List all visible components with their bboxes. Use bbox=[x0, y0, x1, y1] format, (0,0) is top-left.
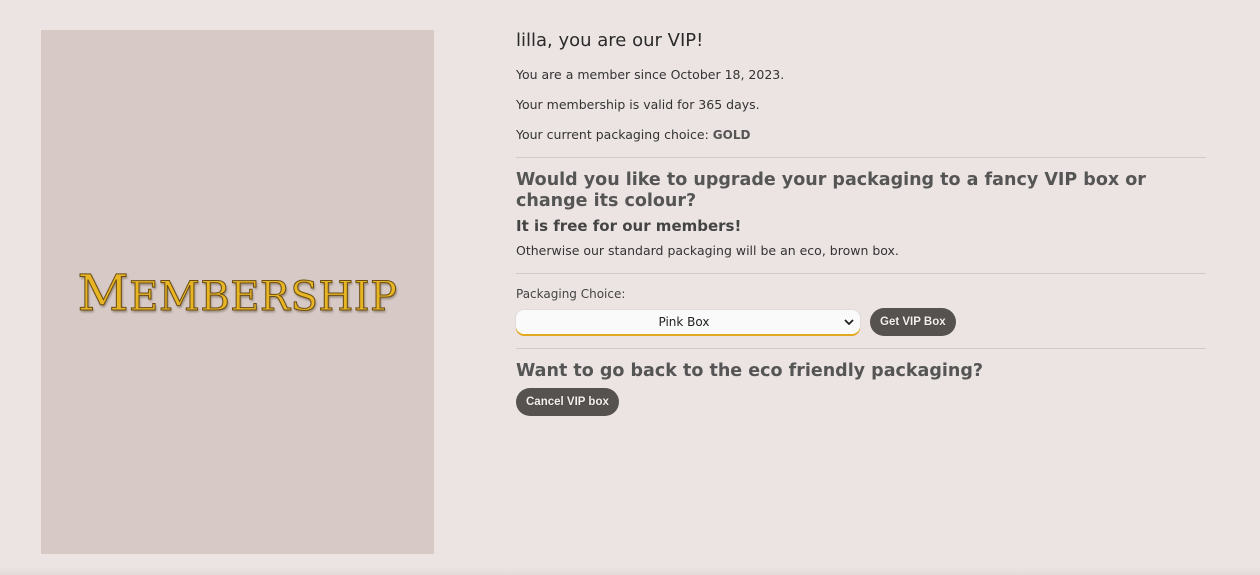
membership-validity-text: Your membership is valid for 365 days. bbox=[516, 97, 760, 112]
packaging-form: Pink Box Get VIP Box bbox=[516, 308, 1206, 336]
eco-packaging-heading: Want to go back to the eco friendly pack… bbox=[516, 361, 984, 381]
membership-banner: MEMBERSHIP bbox=[41, 30, 434, 554]
chevron-down-icon bbox=[842, 316, 856, 329]
divider bbox=[516, 273, 1206, 274]
current-packaging-value: GOLD bbox=[712, 128, 751, 142]
upgrade-heading: Would you like to upgrade your packaging… bbox=[516, 170, 1146, 211]
membership-content: lilla, you are our VIP! You are a member… bbox=[516, 30, 1206, 416]
membership-banner-title: MEMBERSHIP bbox=[77, 264, 398, 323]
cancel-vip-box-button[interactable]: Cancel VIP box bbox=[516, 388, 619, 416]
packaging-choice-select[interactable]: Pink Box bbox=[516, 310, 860, 334]
get-vip-box-button[interactable]: Get VIP Box bbox=[870, 308, 956, 336]
divider bbox=[516, 348, 1206, 349]
packaging-choice-selected-value: Pink Box bbox=[658, 315, 710, 329]
free-for-members-text: It is free for our members! bbox=[516, 217, 742, 235]
packaging-choice-label: Packaging Choice: bbox=[516, 287, 626, 301]
member-since-text: You are a member since October 18, 2023. bbox=[516, 67, 785, 82]
footer-shade bbox=[0, 567, 1260, 575]
vip-greeting: lilla, you are our VIP! bbox=[516, 30, 704, 51]
banner-first-letter: M bbox=[77, 264, 130, 323]
current-packaging-text: Your current packaging choice: GOLD bbox=[516, 127, 1206, 143]
divider bbox=[516, 157, 1206, 158]
current-packaging-label: Your current packaging choice: bbox=[516, 127, 709, 142]
standard-packaging-note: Otherwise our standard packaging will be… bbox=[516, 243, 899, 258]
banner-rest-text: EMBERSHIP bbox=[129, 274, 398, 321]
